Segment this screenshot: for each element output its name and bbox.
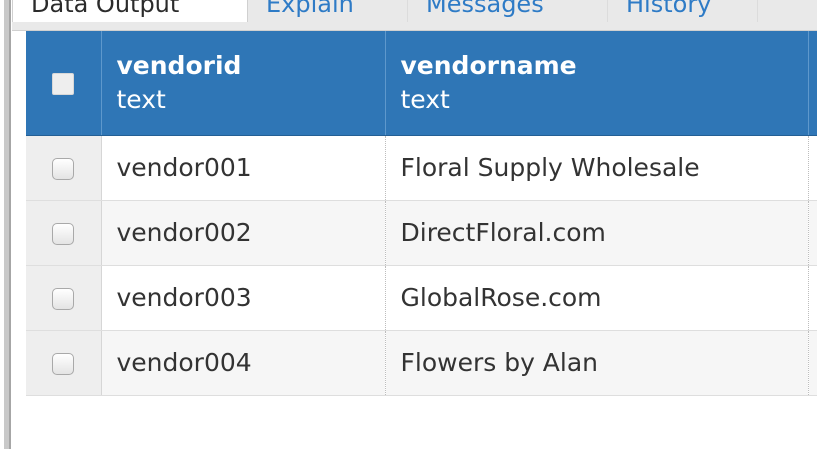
row-select-cell bbox=[26, 200, 102, 266]
cell-overflow bbox=[808, 135, 817, 201]
cell-vendorid[interactable]: vendor003 bbox=[101, 265, 386, 331]
grid-header-row: vendorid text vendorname text bbox=[26, 31, 817, 136]
cell-vendorname[interactable]: GlobalRose.com bbox=[385, 265, 809, 331]
cell-vendorid[interactable]: vendor004 bbox=[101, 330, 386, 396]
cell-overflow bbox=[808, 265, 817, 331]
column-type: text bbox=[400, 84, 450, 114]
row-select-cell bbox=[26, 265, 102, 331]
row-select-cell bbox=[26, 135, 102, 201]
column-header-vendorname[interactable]: vendorname text bbox=[385, 31, 809, 136]
column-name: vendorname bbox=[400, 50, 577, 80]
row-checkbox[interactable] bbox=[52, 353, 75, 375]
cell-vendorid[interactable]: vendor002 bbox=[101, 200, 386, 266]
tab-history[interactable]: History bbox=[608, 0, 758, 22]
results-grid: vendorid text vendorname text vendor001 … bbox=[26, 31, 817, 396]
row-checkbox[interactable] bbox=[52, 288, 75, 310]
cell-vendorname[interactable]: DirectFloral.com bbox=[385, 200, 809, 266]
row-checkbox[interactable] bbox=[52, 158, 75, 180]
cell-vendorname[interactable]: Flowers by Alan bbox=[385, 330, 809, 396]
cell-overflow bbox=[808, 200, 817, 266]
tab-messages[interactable]: Messages bbox=[408, 0, 608, 22]
select-all-checkbox[interactable] bbox=[52, 72, 75, 95]
column-header-overflow bbox=[808, 31, 817, 136]
column-header-vendorid[interactable]: vendorid text bbox=[101, 31, 386, 136]
table-row[interactable]: vendor002 DirectFloral.com bbox=[26, 200, 817, 266]
table-row[interactable]: vendor001 Floral Supply Wholesale bbox=[26, 135, 817, 201]
cell-vendorname[interactable]: Floral Supply Wholesale bbox=[385, 135, 809, 201]
row-checkbox[interactable] bbox=[52, 223, 75, 245]
tab-data-output[interactable]: Data Output bbox=[12, 0, 248, 22]
cell-overflow bbox=[808, 330, 817, 396]
table-row[interactable]: vendor003 GlobalRose.com bbox=[26, 265, 817, 331]
tab-explain[interactable]: Explain bbox=[248, 0, 408, 22]
table-row[interactable]: vendor004 Flowers by Alan bbox=[26, 330, 817, 396]
column-type: text bbox=[116, 84, 166, 114]
select-all-cell bbox=[26, 31, 102, 136]
row-select-cell bbox=[26, 330, 102, 396]
panel-border bbox=[4, 0, 11, 449]
query-output-panel: Data Output Explain Messages History ven… bbox=[0, 0, 817, 449]
cell-vendorid[interactable]: vendor001 bbox=[101, 135, 386, 201]
column-name: vendorid bbox=[116, 50, 242, 80]
output-tab-bar: Data Output Explain Messages History bbox=[12, 0, 817, 31]
